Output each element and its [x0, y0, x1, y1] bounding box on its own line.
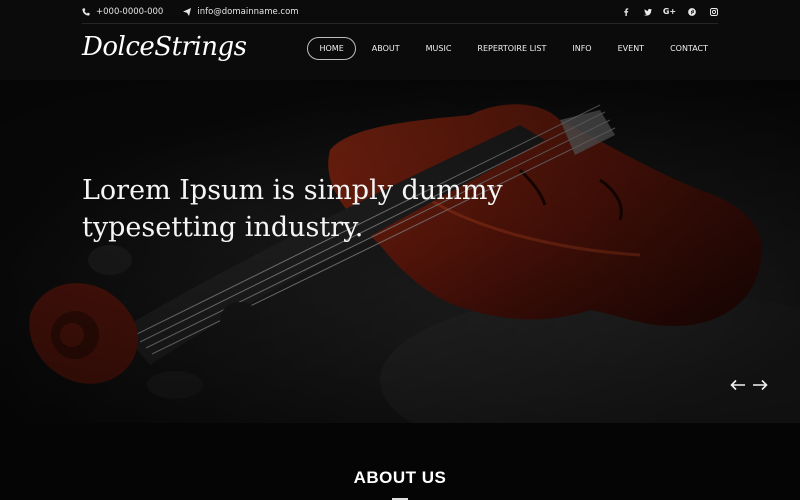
phone-icon — [82, 7, 90, 16]
top-bar: +000-0000-000 info@domainname.com G+ — [0, 0, 800, 24]
email-contact[interactable]: info@domainname.com — [183, 6, 299, 17]
slider-controls — [730, 379, 768, 391]
phone-contact[interactable]: +000-0000-000 — [82, 7, 163, 17]
nav-music[interactable]: MUSIC — [416, 38, 462, 60]
nav-home[interactable]: HOME — [307, 37, 356, 60]
nav-about[interactable]: ABOUT — [362, 38, 410, 60]
facebook-icon[interactable] — [621, 7, 630, 16]
social-links: G+ — [621, 7, 718, 16]
nav-repertoire-list[interactable]: REPERTOIRE LIST — [467, 38, 556, 60]
arrow-right-icon[interactable] — [752, 379, 768, 391]
twitter-icon[interactable] — [643, 7, 652, 16]
hero-title: Lorem Ipsum is simply dummy typesetting … — [82, 175, 503, 243]
top-bar-inner: +000-0000-000 info@domainname.com G+ — [82, 0, 718, 24]
contact-info: +000-0000-000 info@domainname.com — [82, 7, 299, 17]
send-icon — [183, 7, 192, 16]
site-header: DolceStrings HOME ABOUT MUSIC REPERTOIRE… — [0, 24, 800, 80]
instagram-icon[interactable] — [709, 7, 718, 16]
hero-slider: Lorem Ipsum is simply dummy typesetting … — [0, 80, 800, 423]
google-plus-icon[interactable]: G+ — [663, 7, 676, 16]
nav-contact[interactable]: CONTACT — [660, 38, 718, 60]
site-logo[interactable]: DolceStrings — [82, 32, 247, 62]
nav-event[interactable]: EVENT — [608, 38, 654, 60]
arrow-left-icon[interactable] — [730, 379, 746, 391]
phone-number: +000-0000-000 — [96, 6, 164, 17]
violin-image — [0, 80, 800, 423]
email-address: info@domainname.com — [197, 6, 299, 17]
main-nav: HOME ABOUT MUSIC REPERTOIRE LIST INFO EV… — [307, 37, 718, 60]
pinterest-icon[interactable] — [687, 7, 696, 16]
nav-info[interactable]: INFO — [562, 38, 601, 60]
about-title: ABOUT US — [353, 468, 447, 487]
about-section: ABOUT US — [0, 423, 800, 500]
